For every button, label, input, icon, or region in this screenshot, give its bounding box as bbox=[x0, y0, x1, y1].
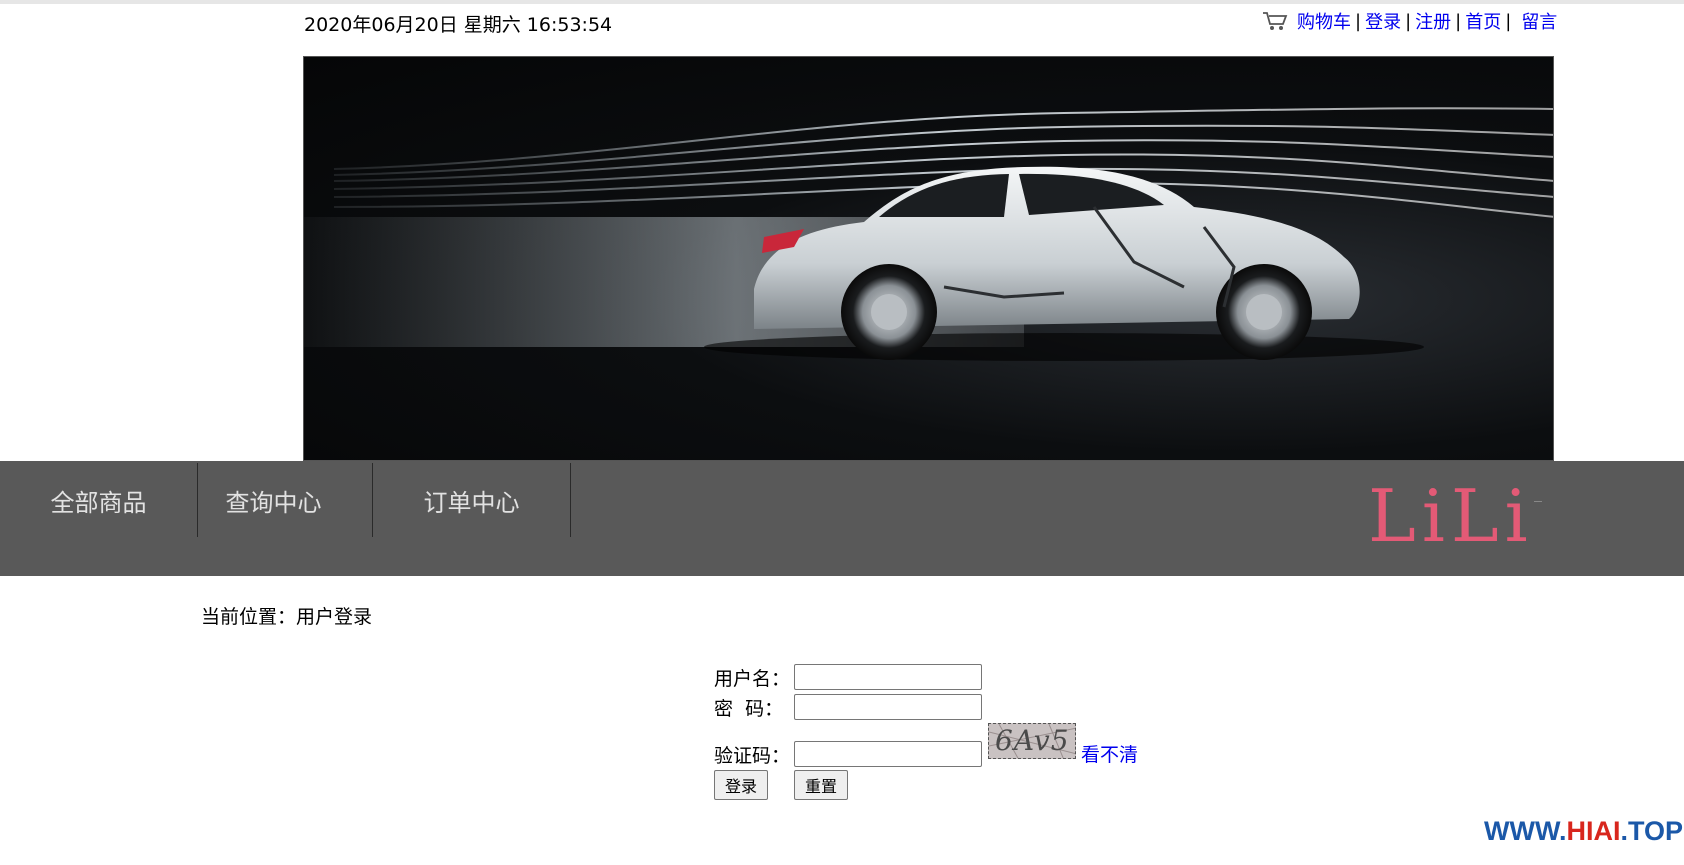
nav-all-products[interactable]: 全部商品 bbox=[0, 463, 198, 537]
current-datetime: 2020年06月20日 星期六 16:53:54 bbox=[304, 14, 613, 36]
password-input[interactable] bbox=[794, 694, 982, 720]
captcha-input[interactable] bbox=[794, 741, 982, 767]
captcha-refresh-link[interactable]: 看不清 bbox=[1081, 740, 1138, 767]
breadcrumb-current: 用户登录 bbox=[296, 606, 373, 628]
captcha-image[interactable]: 6Av5 bbox=[988, 723, 1076, 759]
top-border bbox=[0, 0, 1684, 4]
watermark-part3: .TOP bbox=[1620, 816, 1683, 846]
reset-button[interactable]: 重置 bbox=[794, 770, 849, 800]
cart-link[interactable]: 购物车 bbox=[1297, 8, 1351, 34]
nav-query-center[interactable]: 查询中心 bbox=[175, 463, 373, 537]
captcha-label: 验证码： bbox=[714, 745, 791, 767]
banner-image bbox=[303, 56, 1554, 461]
link-separator: | bbox=[1505, 10, 1512, 32]
breadcrumb: 当前位置：用户登录 bbox=[201, 602, 372, 629]
username-label: 用户名： bbox=[714, 668, 791, 690]
captcha-text: 6Av5 bbox=[995, 724, 1070, 757]
home-link[interactable]: 首页 bbox=[1465, 8, 1501, 34]
watermark-part1: WWW. bbox=[1484, 816, 1567, 846]
watermark: WWW.HIAI.TOP bbox=[1484, 816, 1683, 847]
watermark-part2: HIAI bbox=[1566, 816, 1621, 846]
register-link[interactable]: 注册 bbox=[1415, 8, 1451, 34]
username-input[interactable] bbox=[794, 664, 982, 690]
shopping-cart-icon[interactable] bbox=[1262, 10, 1288, 32]
site-logo: LiLi bbox=[1368, 474, 1534, 558]
link-separator: | bbox=[1405, 10, 1412, 32]
login-button[interactable]: 登录 bbox=[714, 770, 769, 800]
password-label: 密 码： bbox=[714, 698, 784, 720]
top-links: 购物车 | 登录 | 注册 | 首页 | 留言 bbox=[1262, 8, 1557, 34]
nav-order-center[interactable]: 订单中心 bbox=[373, 463, 571, 537]
breadcrumb-label: 当前位置： bbox=[201, 606, 297, 628]
link-separator: | bbox=[1455, 10, 1462, 32]
login-link[interactable]: 登录 bbox=[1365, 8, 1401, 34]
logo-dash bbox=[1534, 501, 1542, 502]
link-separator: | bbox=[1355, 10, 1362, 32]
car-illustration bbox=[304, 107, 1553, 361]
message-link[interactable]: 留言 bbox=[1521, 8, 1557, 34]
